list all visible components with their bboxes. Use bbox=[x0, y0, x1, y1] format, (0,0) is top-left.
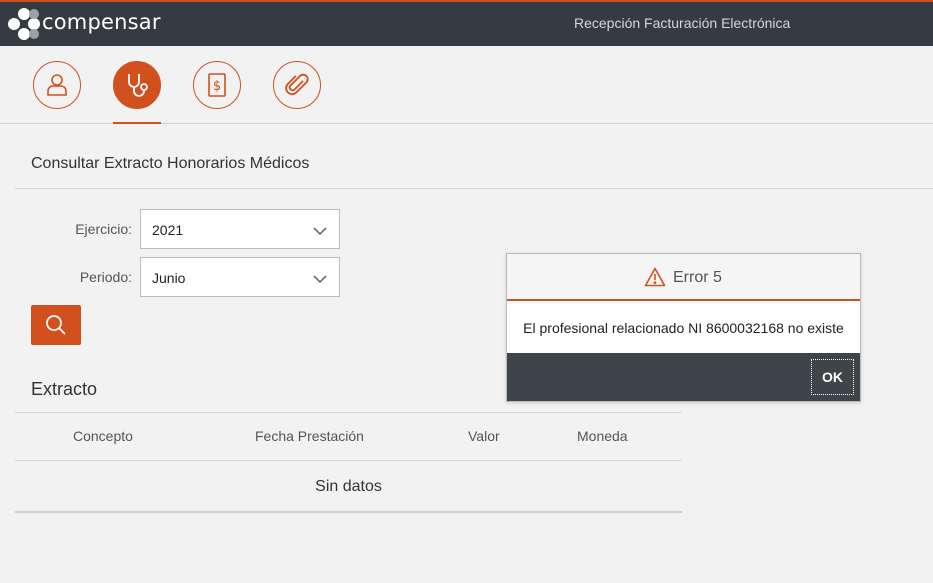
dialog-title: Error 5 bbox=[673, 269, 722, 286]
nav-active-indicator bbox=[113, 122, 161, 124]
dialog-header: Error 5 bbox=[507, 254, 860, 301]
nav-attachments-button[interactable] bbox=[273, 61, 321, 109]
periodo-value: Junio bbox=[152, 270, 186, 286]
ejercicio-select[interactable]: 2021 bbox=[140, 209, 340, 249]
empty-state-text: Sin datos bbox=[315, 478, 382, 495]
dialog-message: El profesional relacionado NI 8600032168… bbox=[523, 320, 844, 336]
chevron-down-icon bbox=[313, 227, 327, 235]
nav-billing-button[interactable]: $ bbox=[193, 61, 241, 109]
column-header-concepto[interactable]: Concepto bbox=[73, 428, 133, 444]
divider bbox=[15, 188, 933, 189]
search-icon bbox=[46, 315, 66, 335]
nav-medical-fees-button[interactable] bbox=[113, 61, 161, 109]
dialog-footer: OK bbox=[507, 353, 860, 401]
table-body: Sin datos bbox=[15, 461, 682, 513]
table-header: Concepto Fecha Prestación Valor Moneda bbox=[15, 412, 682, 461]
app-title: Recepción Facturación Electrónica bbox=[574, 15, 791, 31]
error-dialog: Error 5 El profesional relacionado NI 86… bbox=[506, 253, 861, 402]
user-icon bbox=[47, 74, 67, 96]
column-header-fecha-prestacion[interactable]: Fecha Prestación bbox=[255, 428, 364, 444]
paperclip-icon bbox=[285, 73, 309, 95]
nav-profile-button[interactable] bbox=[33, 61, 81, 109]
column-header-valor[interactable]: Valor bbox=[468, 428, 500, 444]
periodo-select[interactable]: Junio bbox=[140, 257, 340, 297]
ejercicio-label: Ejercicio: bbox=[75, 221, 132, 237]
svg-text:$: $ bbox=[213, 79, 221, 94]
periodo-label: Periodo: bbox=[79, 269, 132, 285]
search-button[interactable] bbox=[31, 305, 81, 345]
page-title: Consultar Extracto Honorarios Médicos bbox=[31, 155, 310, 172]
brand-name: compensar bbox=[42, 10, 161, 34]
dollar-document-icon: $ bbox=[208, 73, 226, 97]
chevron-down-icon bbox=[313, 275, 327, 283]
compensar-logo-icon bbox=[8, 8, 40, 40]
ejercicio-value: 2021 bbox=[152, 222, 184, 238]
top-bar: compensar Recepción Facturación Electrón… bbox=[0, 0, 933, 46]
stethoscope-icon bbox=[128, 74, 148, 97]
column-header-moneda[interactable]: Moneda bbox=[577, 428, 628, 444]
ok-button[interactable]: OK bbox=[811, 359, 854, 395]
extracto-title: Extracto bbox=[31, 379, 98, 399]
icon-nav-bar: $ bbox=[0, 46, 933, 124]
warning-icon bbox=[644, 267, 666, 287]
